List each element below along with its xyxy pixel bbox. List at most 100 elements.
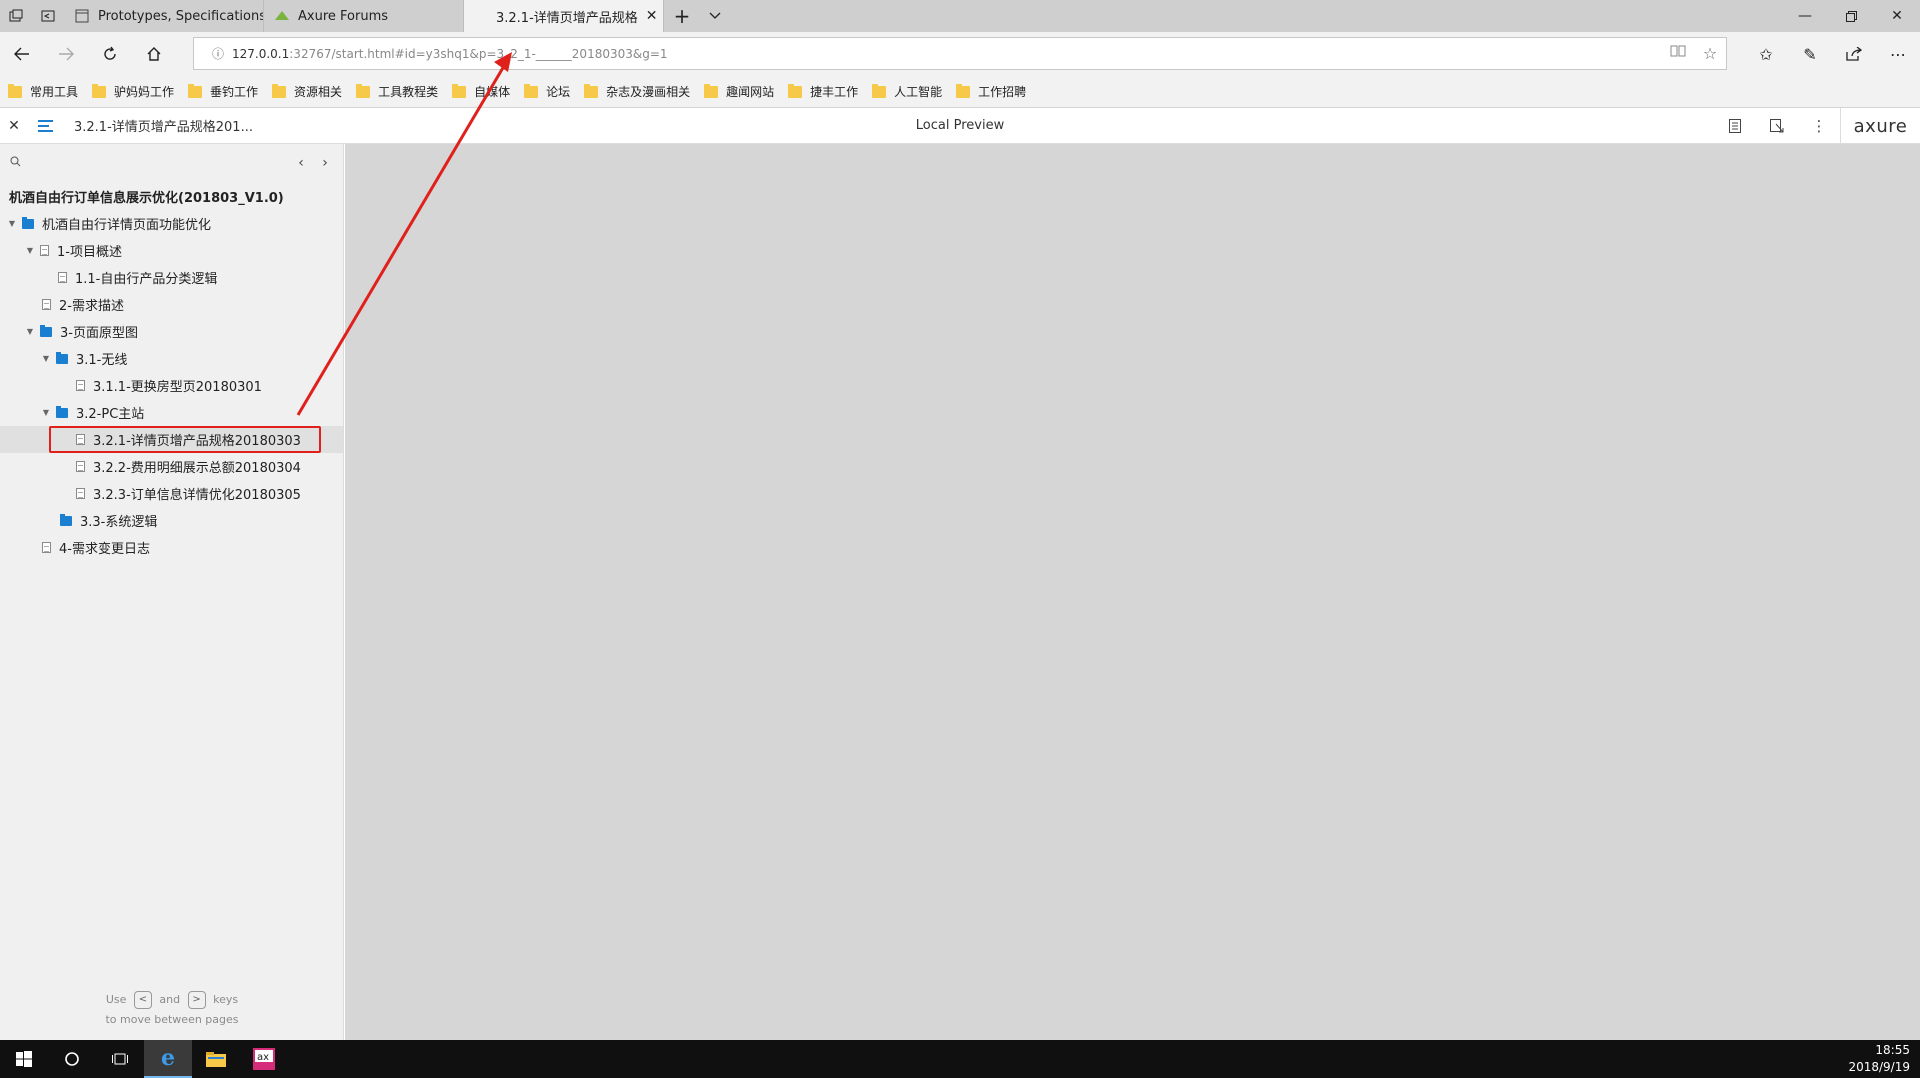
web-note-icon[interactable]: ✎ — [1788, 32, 1832, 76]
axure-forum-icon — [275, 11, 289, 20]
sitemap-menu-icon[interactable] — [38, 119, 64, 132]
favorite-label: 工具教程类 — [378, 85, 439, 99]
more-menu-icon[interactable]: ⋯ — [1876, 32, 1920, 76]
tab-axure-forums[interactable]: Axure Forums — [264, 0, 464, 32]
tree-page-selected[interactable]: 3.2.1-详情页增产品规格20180303 — [0, 426, 343, 453]
favorite-folder[interactable]: 资源相关 — [272, 80, 342, 104]
search-icon[interactable] — [10, 156, 21, 170]
tree-page[interactable]: 3.2.3-订单信息详情优化20180305 — [0, 480, 343, 507]
favorite-label: 驴妈妈工作 — [114, 85, 175, 99]
set-tabs-aside-icon[interactable] — [32, 0, 64, 32]
favorite-folder[interactable]: 工作招聘 — [956, 80, 1026, 104]
restore-icon[interactable] — [1828, 0, 1874, 32]
favorite-folder[interactable]: 垂钓工作 — [188, 80, 258, 104]
folder-icon — [524, 83, 539, 98]
close-window-icon[interactable]: ✕ — [1874, 0, 1920, 32]
folder-icon — [40, 324, 52, 337]
favorite-folder[interactable]: 人工智能 — [872, 80, 942, 104]
folder-icon — [788, 83, 803, 98]
favorites-hub-icon[interactable]: ✩ — [1744, 32, 1788, 76]
tree-label: 3.1-无线 — [76, 353, 128, 368]
tree-folder[interactable]: ▼ 3.1-无线 — [0, 345, 343, 372]
expand-arrow-icon[interactable]: ▼ — [24, 327, 36, 336]
site-info-icon[interactable]: ⓘ — [204, 45, 232, 62]
tab-strip: Prototypes, Specifications, a Axure Foru… — [0, 0, 1920, 32]
tree-page[interactable]: 2-需求描述 — [0, 291, 343, 318]
url-host: 127.0.0.1 — [232, 46, 290, 61]
address-bar[interactable]: ⓘ 127.0.0.1:32767/start.html#id=y3shq1&p… — [193, 37, 1727, 70]
tab-actions-icon[interactable] — [0, 0, 32, 32]
refresh-icon[interactable] — [88, 32, 132, 76]
folder-icon — [8, 83, 22, 98]
tab-prototypes[interactable]: Prototypes, Specifications, a — [64, 0, 264, 32]
back-icon[interactable] — [0, 32, 44, 76]
hint-text: to move between pages — [105, 1013, 239, 1026]
home-icon[interactable] — [132, 32, 176, 76]
edge-browser-icon[interactable]: e — [144, 1040, 192, 1078]
tree-label: 3.2.3-订单信息详情优化20180305 — [93, 488, 301, 503]
favorite-folder[interactable]: 工具教程类 — [356, 80, 438, 104]
file-explorer-icon[interactable] — [192, 1040, 240, 1078]
tree-folder[interactable]: ▼ 机酒自由行详情页面功能优化 — [0, 210, 343, 237]
tree-label: 机酒自由行详情页面功能优化 — [42, 218, 212, 233]
inspect-icon[interactable] — [1756, 108, 1798, 144]
chevron-down-icon[interactable] — [700, 0, 730, 32]
task-view-icon[interactable] — [96, 1040, 144, 1078]
tree-label: 1-项目概述 — [57, 245, 122, 260]
tree-page[interactable]: 4-需求变更日志 — [0, 534, 343, 561]
axure-rp-icon[interactable]: ax — [240, 1040, 288, 1078]
expand-arrow-icon[interactable]: ▼ — [24, 246, 36, 255]
tree-page[interactable]: 3.2.2-费用明细展示总额20180304 — [0, 453, 343, 480]
expand-arrow-icon[interactable]: ▼ — [40, 408, 52, 417]
windows-start-icon[interactable] — [0, 1040, 48, 1078]
forward-icon[interactable] — [44, 32, 88, 76]
favorites-bar: 常用工具 驴妈妈工作 垂钓工作 资源相关 工具教程类 自媒体 论坛 杂志及漫画相… — [0, 76, 1920, 108]
address-url[interactable]: 127.0.0.1:32767/start.html#id=y3shq1&p=3… — [232, 47, 668, 61]
favorite-star-icon[interactable]: ☆ — [1694, 44, 1726, 63]
folder-icon — [956, 83, 971, 98]
tree-label: 3.2-PC主站 — [76, 407, 145, 422]
share-icon[interactable] — [1832, 32, 1876, 76]
previous-page-icon[interactable]: ‹ — [289, 155, 313, 171]
next-page-icon[interactable]: › — [313, 155, 337, 171]
expand-arrow-icon[interactable]: ▼ — [6, 219, 18, 228]
close-sidebar-icon[interactable]: ✕ — [0, 118, 28, 134]
favorite-label: 杂志及漫画相关 — [606, 85, 691, 99]
tree-page[interactable]: 1.1-自由行产品分类逻辑 — [0, 264, 343, 291]
tree-page[interactable]: ▼ 1-项目概述 — [0, 237, 343, 264]
favorite-folder[interactable]: 论坛 — [524, 80, 570, 104]
tree-label: 2-需求描述 — [59, 299, 124, 314]
navigation-bar: ⓘ 127.0.0.1:32767/start.html#id=y3shq1&p… — [0, 32, 1920, 76]
tree-page[interactable]: 3.1.1-更换房型页20180301 — [0, 372, 343, 399]
tree-label: 4-需求变更日志 — [59, 542, 150, 557]
more-options-icon[interactable]: ⋮ — [1798, 108, 1840, 144]
favorite-folder[interactable]: 自媒体 — [452, 80, 510, 104]
new-tab-button[interactable]: + — [664, 0, 700, 32]
tab-title: 3.2.1-详情页增产品规格 — [496, 10, 638, 26]
preview-title: Local Preview — [915, 118, 1005, 133]
tree-folder[interactable]: ▼ 3.2-PC主站 — [0, 399, 343, 426]
system-clock[interactable]: 18:55 2018/9/19 — [1848, 1042, 1910, 1076]
minimize-icon[interactable]: — — [1782, 0, 1828, 32]
favorite-folder[interactable]: 常用工具 — [8, 80, 78, 104]
favorite-label: 垂钓工作 — [210, 85, 259, 99]
tab-active-page[interactable]: 3.2.1-详情页增产品规格 ✕ — [464, 0, 664, 32]
page-icon — [75, 9, 89, 23]
favorite-folder[interactable]: 杂志及漫画相关 — [584, 80, 690, 104]
reading-view-icon[interactable] — [1662, 44, 1694, 63]
favorite-folder[interactable]: 趣闻网站 — [704, 80, 774, 104]
tab-title: Prototypes, Specifications, a — [98, 8, 264, 24]
tree-folder[interactable]: 3.3-系统逻辑 — [0, 507, 343, 534]
cortana-search-icon[interactable] — [48, 1040, 96, 1078]
favorite-folder[interactable]: 捷丰工作 — [788, 80, 858, 104]
favorite-folder[interactable]: 驴妈妈工作 — [92, 80, 174, 104]
folder-icon — [272, 83, 287, 98]
favorite-label: 资源相关 — [294, 85, 343, 99]
notes-icon[interactable] — [1714, 108, 1756, 144]
hint-text: Use — [105, 993, 127, 1006]
folder-icon — [92, 83, 107, 98]
tree-folder[interactable]: ▼ 3-页面原型图 — [0, 318, 343, 345]
expand-arrow-icon[interactable]: ▼ — [40, 354, 52, 363]
close-tab-icon[interactable]: ✕ — [646, 8, 658, 24]
svg-text:ax: ax — [257, 1052, 269, 1063]
